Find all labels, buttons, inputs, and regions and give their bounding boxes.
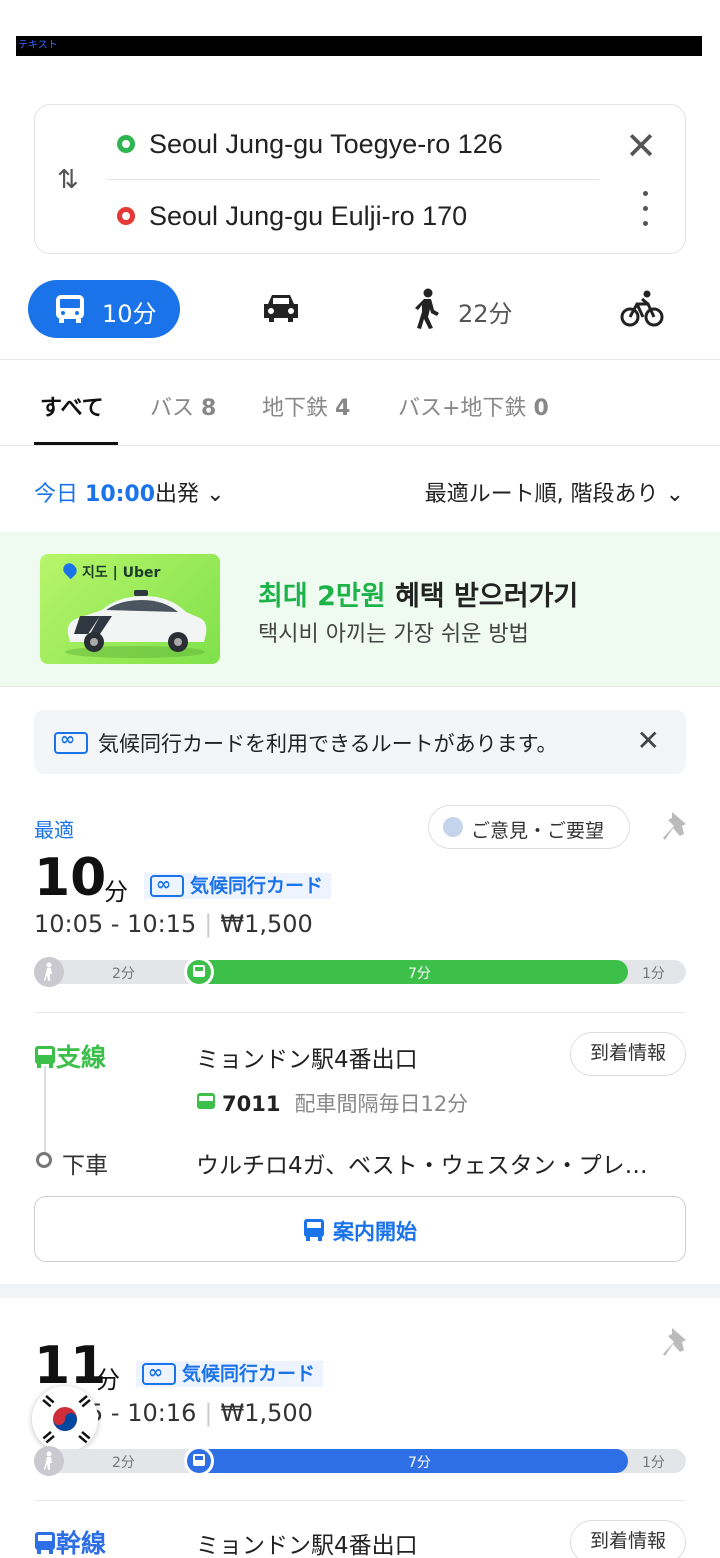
close-icon[interactable]: ✕ [637, 724, 660, 757]
close-icon[interactable]: ✕ [625, 127, 657, 165]
walk-time: 22分 [458, 300, 513, 328]
ride-segment [184, 1449, 628, 1473]
bicycle-icon[interactable] [620, 290, 664, 328]
alight-stop: ウルチロ4ガ、ベスト・ウェスタン・プレ… [196, 1153, 648, 1179]
route-times: 5 - 10:16 | ₩1,500 [88, 1399, 313, 1427]
pin-icon[interactable] [662, 810, 692, 844]
walk-icon [34, 957, 64, 987]
fare: ₩1,500 [220, 1399, 313, 1427]
boarding-stop: ミョンドン駅4番出口 [196, 1047, 418, 1073]
alight-marker-icon [36, 1152, 52, 1168]
smile-icon [443, 817, 463, 837]
arrival-info-button[interactable]: 到着情報 [570, 1032, 686, 1076]
climate-card-notice: 気候同行カードを利用できるルートがあります。 ✕ [34, 710, 686, 774]
ride-segment [184, 960, 628, 984]
chevron-down-icon: ⌄ [206, 482, 225, 507]
origin-marker-icon [117, 135, 135, 153]
promo-brand: 지도 | Uber [82, 565, 161, 581]
climate-card-tag: 気候同行カード [136, 1360, 324, 1387]
divider [0, 686, 720, 687]
mode-transit-button[interactable]: 10分 [28, 280, 180, 338]
route-search-card: ⇅ Seoul Jung-gu Toegye-ro 126 Seoul Jung… [34, 104, 686, 254]
walk-icon [34, 1446, 64, 1476]
duration-unit: 分 [96, 1366, 120, 1394]
route-timeline-bar: 2分 7分 1分 [34, 1446, 686, 1476]
bus-icon [184, 1446, 214, 1476]
notice-text: 気候同行カードを利用できるルートがあります。 [98, 732, 558, 756]
promo-subtitle: 택시비 아끼는 가장 쉬운 방법 [258, 622, 529, 647]
bus-icon [35, 1046, 55, 1068]
bus-icon [304, 1219, 324, 1241]
ride-label: 7分 [408, 966, 431, 982]
promo-image: 지도 | Uber [40, 554, 220, 664]
bus-icon [56, 295, 84, 323]
divider [34, 1500, 686, 1501]
arrival-info-button[interactable]: 到着情報 [570, 1520, 686, 1558]
route-connector-line [44, 1066, 46, 1152]
section-separator [0, 1284, 720, 1298]
travel-mode-bar: 10分 22分 [0, 280, 720, 340]
feedback-button[interactable]: ご意見・ご要望 [428, 805, 630, 849]
route-times: 10:05 - 10:15 | ₩1,500 [34, 910, 313, 938]
duration-unit: 分 [104, 878, 128, 906]
sort-selector[interactable]: 最適ルート順, 階段あり ⌄ [425, 476, 684, 508]
boarding-stop: ミョンドン駅4番出口 [196, 1533, 418, 1558]
korea-flag-icon [42, 1395, 91, 1444]
walk-before-label: 2分 [112, 966, 135, 982]
start-navigation-button[interactable]: 案内開始 [34, 1196, 686, 1262]
fare: ₩1,500 [220, 910, 313, 938]
pin-icon[interactable] [662, 1326, 692, 1360]
climate-card-tag: 気候同行カード [144, 872, 332, 899]
tab-bus-subway[interactable]: バス+地下鉄 0 [398, 390, 549, 422]
transit-time: 10分 [102, 300, 157, 328]
divider [0, 445, 720, 446]
origin-field[interactable]: Seoul Jung-gu Toegye-ro 126 [149, 129, 503, 160]
ride-label: 7分 [408, 1455, 431, 1471]
divider [0, 359, 720, 360]
bus-number-line: 7011 配車間隔毎日12分 [196, 1088, 468, 1118]
map-pin-icon [60, 560, 80, 580]
walk-after-label: 1分 [642, 966, 665, 982]
chevron-down-icon: ⌄ [665, 482, 684, 507]
bus-icon [35, 1532, 55, 1554]
bus-icon [184, 957, 214, 987]
leg-trunk-bus: 幹線 [34, 1524, 106, 1558]
route-timeline-bar: 2分 7分 1分 [34, 957, 686, 987]
car-icon[interactable] [262, 292, 300, 324]
leg-branch-bus: 支線 [34, 1038, 106, 1074]
walk-before-label: 2分 [112, 1455, 135, 1471]
status-label: テキスト [18, 40, 58, 51]
divider [34, 1012, 686, 1013]
swap-icon[interactable]: ⇅ [57, 165, 79, 195]
walk-after-label: 1分 [642, 1455, 665, 1471]
bus-icon [197, 1093, 215, 1109]
status-bar: テキスト [16, 36, 702, 56]
field-divider [107, 179, 599, 180]
more-options-icon[interactable] [643, 191, 649, 236]
climate-card-icon [142, 1360, 176, 1386]
taxi-car-illustration [65, 590, 207, 658]
language-flag-button[interactable] [32, 1386, 98, 1452]
destination-field[interactable]: Seoul Jung-gu Eulji-ro 170 [149, 201, 467, 232]
best-route-badge: 最適 [34, 818, 74, 842]
destination-marker-icon [117, 207, 135, 225]
route-filter-tabs: すべて バス 8 地下鉄 4 バス+地下鉄 0 [0, 362, 720, 446]
climate-card-icon [150, 872, 184, 898]
tab-subway[interactable]: 地下鉄 4 [262, 390, 350, 422]
departure-time-selector[interactable]: 今日 10:00出発 ⌄ [34, 476, 225, 508]
alight-label: 下車 [62, 1153, 108, 1179]
climate-card-icon [54, 729, 88, 754]
tab-bus[interactable]: バス 8 [150, 390, 216, 422]
promo-title: 최대 2만원 혜택 받으러가기 [258, 581, 579, 612]
tab-all[interactable]: すべて [40, 390, 104, 422]
route-duration: 10 [34, 848, 107, 908]
walk-icon[interactable] [412, 288, 442, 330]
